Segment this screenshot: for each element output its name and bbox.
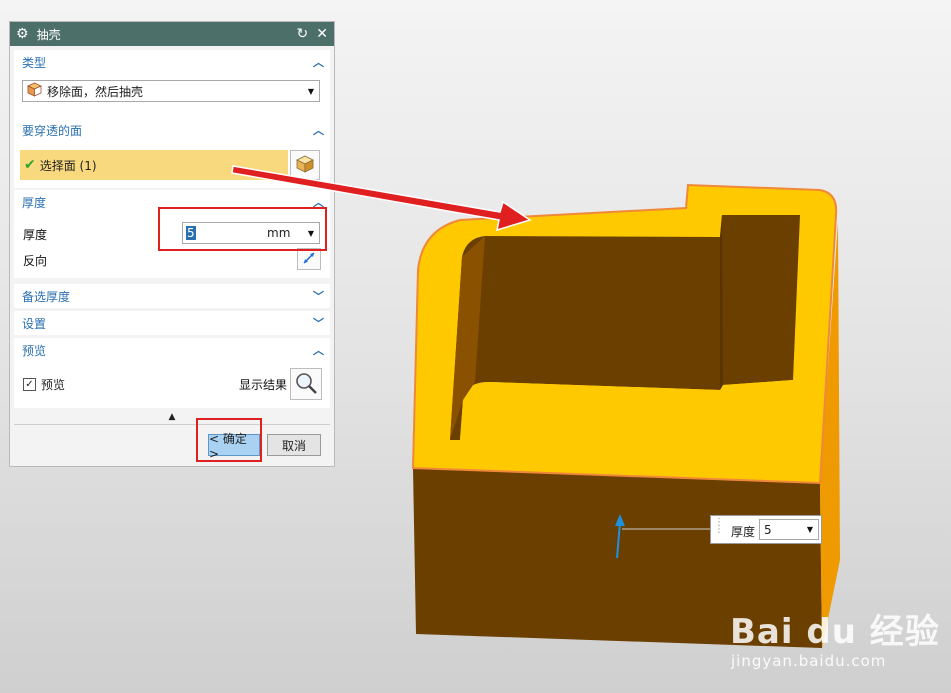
dropdown-arrow-icon: ▼ — [806, 525, 813, 534]
model-viewport[interactable] — [0, 0, 951, 693]
callout-label: 厚度 — [731, 525, 756, 539]
callout-thickness-value[interactable]: 5 — [764, 523, 772, 537]
thickness-callout[interactable]: ⋮ ⋮ 厚度 5 ▼ — [710, 515, 822, 544]
watermark-logo: Bai du 经验 — [730, 612, 940, 652]
watermark-url: jingyan.baidu.com — [731, 652, 887, 670]
callout-thickness-field[interactable]: 5 ▼ — [759, 519, 819, 540]
grip-icon[interactable]: ⋮ ⋮ — [714, 518, 724, 535]
